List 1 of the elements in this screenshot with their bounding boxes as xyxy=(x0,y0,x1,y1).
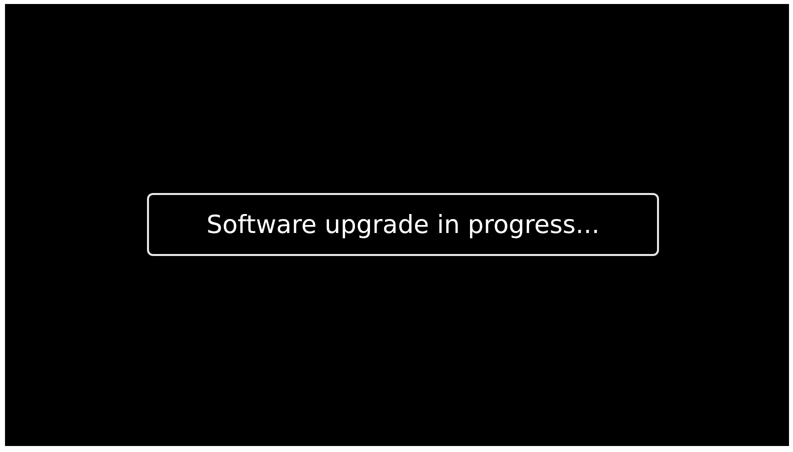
status-message: Software upgrade in progress... xyxy=(147,193,659,256)
